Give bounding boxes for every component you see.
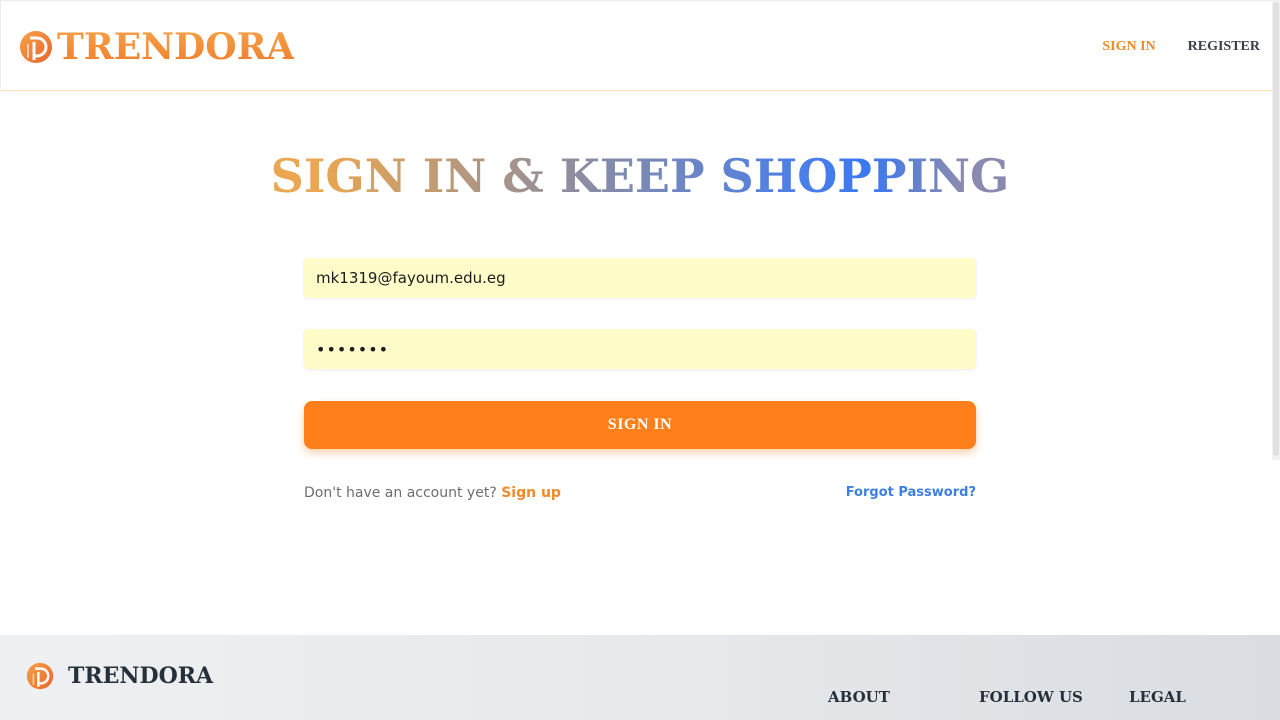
page-scrollbar[interactable] bbox=[1272, 0, 1280, 460]
brand-name: TRENDORA bbox=[57, 26, 295, 68]
footer-heading-legal: LEGAL bbox=[1129, 688, 1186, 706]
site-header: TRENDORA SIGN IN REGISTER bbox=[0, 0, 1277, 91]
signup-prompt-line: Don't have an account yet? Sign up bbox=[304, 485, 561, 501]
site-footer: TRENDORA ABOUT FOLLOW US LEGAL bbox=[0, 635, 1280, 720]
footer-brand-name: TRENDORA bbox=[68, 663, 214, 689]
signup-prompt-text: Don't have an account yet? bbox=[304, 485, 497, 501]
nav-sign-in[interactable]: SIGN IN bbox=[1102, 39, 1155, 55]
nav-register[interactable]: REGISTER bbox=[1188, 39, 1260, 55]
page-title: SIGN IN & KEEP SHOPPING bbox=[0, 146, 1280, 206]
top-nav: SIGN IN REGISTER bbox=[1102, 39, 1260, 55]
footer-logo[interactable]: TRENDORA bbox=[26, 662, 213, 690]
password-field[interactable] bbox=[304, 329, 976, 369]
forgot-password-link[interactable]: Forgot Password? bbox=[846, 485, 976, 500]
scrollbar-thumb[interactable] bbox=[1273, 2, 1279, 456]
footer-heading-about: ABOUT bbox=[828, 688, 890, 706]
brand-logo[interactable]: TRENDORA bbox=[19, 27, 294, 67]
trendora-logo-icon bbox=[20, 31, 52, 63]
sign-up-link[interactable]: Sign up bbox=[501, 485, 561, 501]
email-field[interactable] bbox=[304, 258, 976, 298]
sign-in-button[interactable]: SIGN IN bbox=[304, 401, 976, 449]
trendora-logo-icon bbox=[26, 662, 54, 690]
footer-heading-follow-us: FOLLOW US bbox=[979, 688, 1083, 706]
